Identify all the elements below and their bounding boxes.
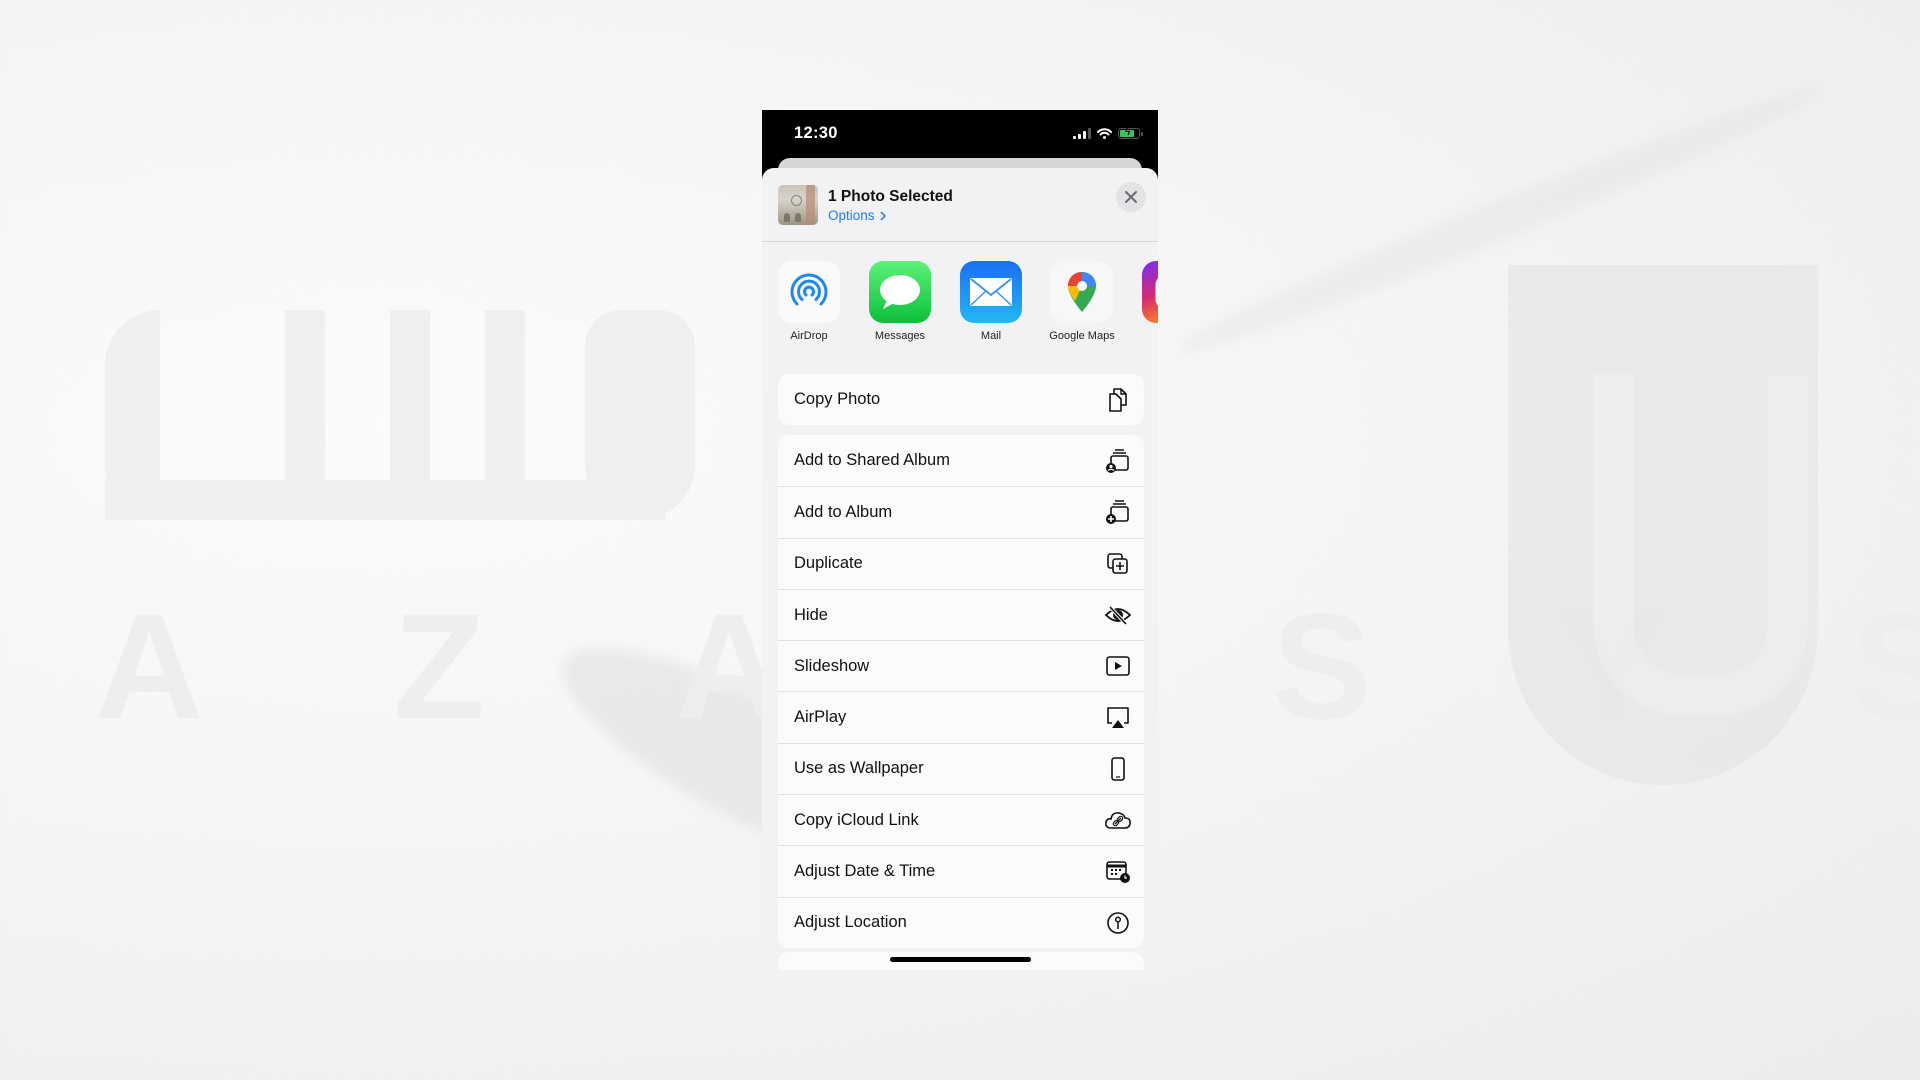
action-copy-photo[interactable]: Copy Photo xyxy=(778,374,1144,425)
action-label: Adjust Location xyxy=(794,913,907,932)
action-slideshow[interactable]: Slideshow xyxy=(778,640,1144,691)
app-airdrop[interactable]: AirDrop xyxy=(772,261,846,342)
share-sheet: 1 Photo Selected Options AirDrop Message… xyxy=(762,168,1158,970)
app-messages[interactable]: Messages xyxy=(863,261,937,342)
chevron-right-icon xyxy=(880,210,886,221)
action-use-as-wallpaper[interactable]: Use as Wallpaper xyxy=(778,742,1144,794)
copy-icon xyxy=(1104,386,1132,414)
actions-group-2: Add to Shared Album Add to Album Duplica… xyxy=(778,435,1144,948)
app-label: Mail xyxy=(980,330,1002,342)
action-label: Add to Shared Album xyxy=(794,451,950,470)
phone-screen: 12:30 ϟ 1 Photo Selected Options AirDrop… xyxy=(762,110,1158,970)
action-add-to-shared-album[interactable]: Add to Shared Album xyxy=(778,435,1144,486)
action-duplicate[interactable]: Duplicate xyxy=(778,537,1144,589)
cellular-signal-icon xyxy=(1073,128,1091,139)
status-icons: ϟ xyxy=(1073,127,1143,139)
duplicate-icon xyxy=(1104,550,1132,578)
add-album-icon xyxy=(1104,498,1132,526)
instagram-icon xyxy=(1142,261,1158,323)
airplay-icon xyxy=(1104,704,1132,732)
app-mail[interactable]: Mail xyxy=(954,261,1028,342)
action-label: Slideshow xyxy=(794,656,870,675)
action-label: AirPlay xyxy=(794,708,847,727)
app-instagram[interactable]: Ins xyxy=(1136,261,1158,342)
app-share-row: AirDrop Messages Mail Google Maps xyxy=(762,261,1158,342)
action-adjust-location[interactable]: Adjust Location xyxy=(778,896,1144,948)
action-label: Use as Wallpaper xyxy=(794,759,924,778)
action-airplay[interactable]: AirPlay xyxy=(778,691,1144,742)
watermark-logo-arabic xyxy=(105,310,1345,530)
app-google-maps[interactable]: Google Maps xyxy=(1045,261,1119,342)
options-link[interactable]: Options xyxy=(828,208,886,223)
options-label: Options xyxy=(828,208,875,223)
shared-album-icon xyxy=(1104,447,1132,475)
action-adjust-date-time[interactable]: Adjust Date & Time xyxy=(778,845,1144,896)
calendar-clock-icon xyxy=(1104,858,1132,886)
airdrop-icon xyxy=(778,261,840,323)
battery-charging-icon: ϟ xyxy=(1118,127,1143,139)
actions-group-1: Copy Photo xyxy=(778,374,1144,426)
location-pin-icon xyxy=(1104,909,1132,937)
play-rectangle-icon xyxy=(1104,652,1132,680)
eye-slash-icon xyxy=(1104,601,1132,629)
iphone-icon xyxy=(1104,755,1132,783)
action-copy-icloud-link[interactable]: Copy iCloud Link xyxy=(778,794,1144,845)
action-label: Hide xyxy=(794,605,828,624)
action-label: Duplicate xyxy=(794,554,863,573)
action-label: Copy Photo xyxy=(794,390,881,409)
home-indicator[interactable] xyxy=(890,957,1031,962)
photo-thumbnail xyxy=(778,185,818,225)
icloud-link-icon xyxy=(1104,806,1132,834)
action-label: Adjust Date & Time xyxy=(794,862,936,881)
close-button[interactable] xyxy=(1116,182,1146,212)
wifi-icon xyxy=(1097,128,1112,139)
action-add-to-album[interactable]: Add to Album xyxy=(778,486,1144,537)
app-label: Messages xyxy=(874,330,926,342)
action-hide[interactable]: Hide xyxy=(778,588,1144,640)
messages-icon xyxy=(869,261,931,323)
action-label: Copy iCloud Link xyxy=(794,810,919,829)
sheet-title: 1 Photo Selected xyxy=(828,188,953,205)
close-icon xyxy=(1125,191,1137,203)
app-label: Google Maps xyxy=(1049,330,1115,342)
watermark-shield-logo xyxy=(1508,265,1818,785)
app-label: Ins xyxy=(1136,330,1158,342)
mail-icon xyxy=(960,261,1022,323)
app-label: AirDrop xyxy=(790,330,828,342)
share-sheet-header: 1 Photo Selected Options xyxy=(762,168,1158,242)
background-swoosh xyxy=(1167,70,1833,370)
action-label: Add to Album xyxy=(794,502,893,521)
status-bar: 12:30 ϟ xyxy=(762,110,1158,158)
google-maps-icon xyxy=(1051,261,1113,323)
status-time: 12:30 xyxy=(794,124,838,142)
